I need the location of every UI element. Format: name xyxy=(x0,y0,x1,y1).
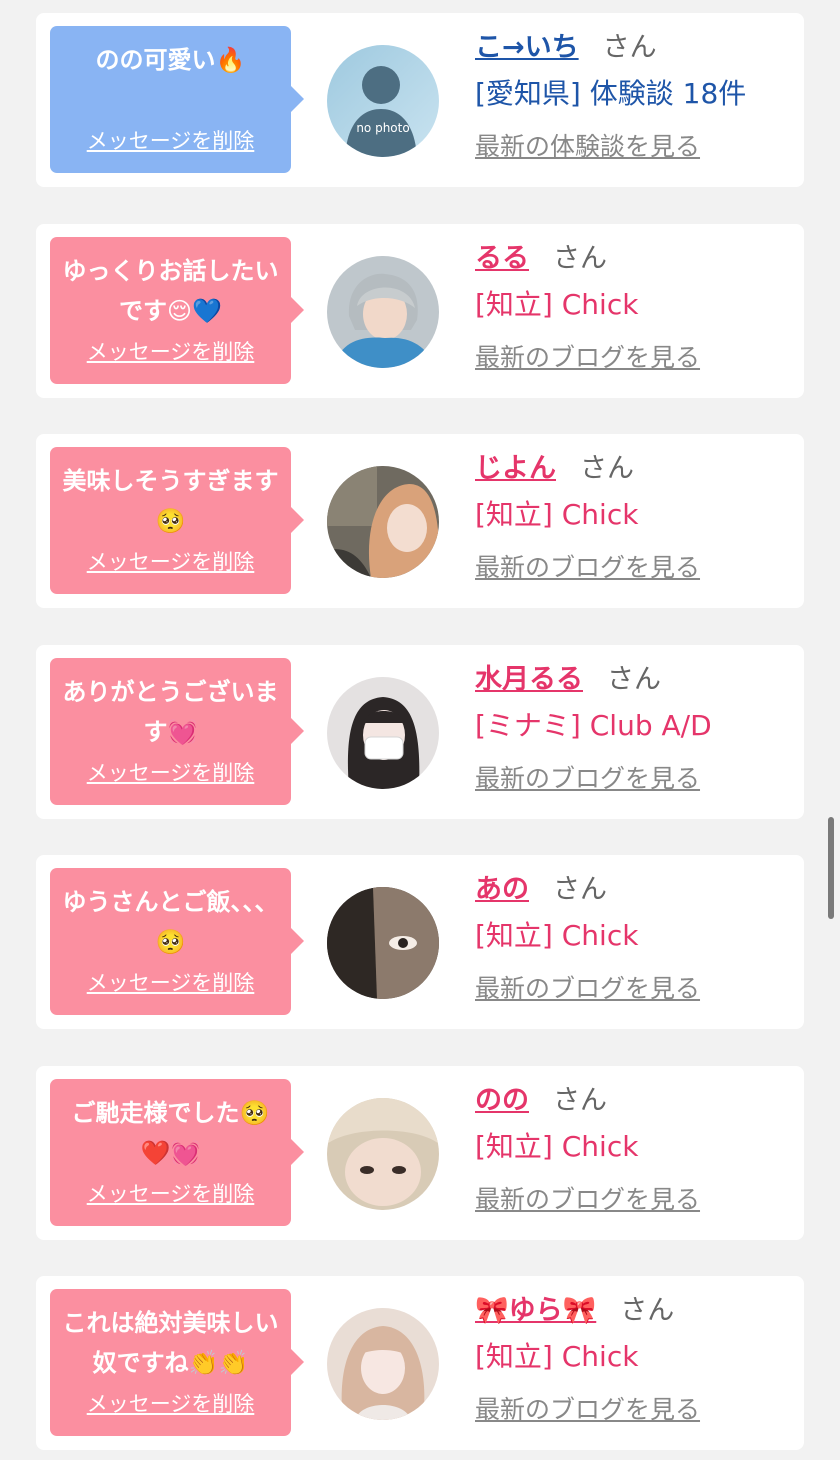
message-text: ご馳走様でした🥺❤️💓 xyxy=(71,1098,270,1167)
latest-blog-link[interactable]: 最新のブログを見る xyxy=(475,340,795,376)
user-name-link[interactable]: 🎀ゆら🎀 xyxy=(475,1295,596,1326)
delete-message-link[interactable]: メッセージを削除 xyxy=(50,337,291,367)
delete-message-link[interactable]: メッセージを削除 xyxy=(50,547,291,577)
avatar[interactable] xyxy=(327,466,439,578)
message-card: ゆうさんとご飯、、、🥺 メッセージを削除 あの さん [知立] Chick 最新の… xyxy=(36,855,804,1029)
shop-label: [知立] Chick xyxy=(475,919,639,952)
honorific: さん xyxy=(607,663,661,695)
profile-photo-icon xyxy=(327,255,439,368)
shop-label: [知立] Chick xyxy=(475,498,639,531)
user-info: 水月るる さん [ミナミ] Club A/D 最新のブログを見る xyxy=(475,657,795,797)
delete-message-link[interactable]: メッセージを削除 xyxy=(50,126,291,156)
avatar[interactable]: no photo xyxy=(327,45,439,157)
message-card: 美味しそうすぎます🥺 メッセージを削除 じよん さん [知立] Chick 最新の… xyxy=(36,434,804,608)
shop-label: [知立] Chick xyxy=(475,287,639,321)
user-info: こ→いち さん [愛知県] 体験談 18件 最新の体験談を見る xyxy=(475,25,795,165)
avatar[interactable] xyxy=(327,255,439,368)
latest-blog-link[interactable]: 最新のブログを見る xyxy=(475,550,795,586)
delete-message-link[interactable]: メッセージを削除 xyxy=(50,1179,291,1209)
avatar-caption: no photo xyxy=(356,121,409,135)
delete-message-link[interactable]: メッセージを削除 xyxy=(50,1389,291,1419)
no-photo-silhouette-icon: no photo xyxy=(327,45,439,157)
honorific: さん xyxy=(553,1084,607,1116)
latest-blog-link[interactable]: 最新のブログを見る xyxy=(475,1392,795,1428)
message-text: ありがとうございます💓 xyxy=(62,677,279,746)
honorific: さん xyxy=(620,1295,675,1326)
avatar[interactable] xyxy=(327,676,439,789)
message-card: これは絶対美味しい奴ですね👏👏 メッセージを削除 🎀ゆら🎀 さん [知立] Chi… xyxy=(36,1276,804,1450)
message-bubble: ゆうさんとご飯、、、🥺 メッセージを削除 xyxy=(50,868,304,1015)
profile-photo-icon xyxy=(327,466,439,578)
user-info: のの さん [知立] Chick 最新のブログを見る xyxy=(475,1078,795,1218)
message-card: ありがとうございます💓 メッセージを削除 水月るる さん [ミナミ] Club A… xyxy=(36,644,804,819)
message-text: のの可愛い🔥 xyxy=(95,46,246,74)
user-info: 🎀ゆら🎀 さん [知立] Chick 最新のブログを見る xyxy=(475,1288,795,1428)
profile-photo-icon xyxy=(327,1097,439,1210)
message-bubble: のの可愛い🔥 メッセージを削除 xyxy=(50,26,304,173)
latest-blog-link[interactable]: 最新のブログを見る xyxy=(475,761,795,797)
message-bubble: ゆっくりお話したいです😌💙 メッセージを削除 xyxy=(50,236,304,384)
scrollbar[interactable] xyxy=(828,817,834,919)
avatar[interactable] xyxy=(327,1097,439,1210)
message-card: ゆっくりお話したいです😌💙 メッセージを削除 るる さん [知立] Chick 最… xyxy=(36,223,804,398)
user-name-link[interactable]: るる xyxy=(475,243,529,274)
user-info: じよん さん [知立] Chick 最新のブログを見る xyxy=(475,446,795,586)
honorific: さん xyxy=(602,32,657,63)
user-name-link[interactable]: 水月るる xyxy=(475,664,583,695)
avatar[interactable] xyxy=(327,1308,439,1420)
message-card: のの可愛い🔥 メッセージを削除 no photo こ→いち さん [愛知県] 体… xyxy=(36,13,804,187)
user-info: るる さん [知立] Chick 最新のブログを見る xyxy=(475,236,795,376)
message-bubble: 美味しそうすぎます🥺 メッセージを削除 xyxy=(50,447,304,594)
profile-photo-icon xyxy=(327,1308,439,1420)
shop-label: [ミナミ] Club A/D xyxy=(475,708,712,742)
user-name-link[interactable]: のの xyxy=(475,1085,529,1116)
delete-message-link[interactable]: メッセージを削除 xyxy=(50,758,291,788)
user-name-link[interactable]: あの xyxy=(475,874,529,905)
message-text: これは絶対美味しい奴ですね👏👏 xyxy=(62,1309,279,1377)
shop-label: [知立] Chick xyxy=(475,1340,639,1373)
profile-photo-icon xyxy=(327,887,439,999)
shop-label: [知立] Chick xyxy=(475,1129,639,1163)
user-name-link[interactable]: じよん xyxy=(475,453,556,484)
message-list: のの可愛い🔥 メッセージを削除 no photo こ→いち さん [愛知県] 体… xyxy=(36,13,804,1460)
delete-message-link[interactable]: メッセージを削除 xyxy=(50,968,291,998)
message-text: ゆうさんとご飯、、、🥺 xyxy=(62,888,279,956)
latest-blog-link[interactable]: 最新のブログを見る xyxy=(475,1182,795,1218)
latest-blog-link[interactable]: 最新のブログを見る xyxy=(475,971,795,1007)
user-info: あの さん [知立] Chick 最新のブログを見る xyxy=(475,867,795,1007)
message-text: ゆっくりお話したいです😌💙 xyxy=(62,256,279,325)
message-bubble: ご馳走様でした🥺❤️💓 メッセージを削除 xyxy=(50,1078,304,1226)
honorific: さん xyxy=(553,874,607,905)
honorific: さん xyxy=(553,242,607,274)
message-bubble: これは絶対美味しい奴ですね👏👏 メッセージを削除 xyxy=(50,1289,304,1436)
message-bubble: ありがとうございます💓 メッセージを削除 xyxy=(50,657,304,805)
latest-review-link[interactable]: 最新の体験談を見る xyxy=(475,129,795,165)
shop-label: [愛知県] 体験談 18件 xyxy=(475,77,747,110)
profile-photo-icon xyxy=(327,676,439,789)
user-name-link[interactable]: こ→いち xyxy=(475,32,579,63)
avatar[interactable] xyxy=(327,887,439,999)
message-card: ご馳走様でした🥺❤️💓 メッセージを削除 のの さん [知立] Chick 最新の… xyxy=(36,1065,804,1240)
message-text: 美味しそうすぎます🥺 xyxy=(62,467,279,535)
honorific: さん xyxy=(580,453,634,484)
